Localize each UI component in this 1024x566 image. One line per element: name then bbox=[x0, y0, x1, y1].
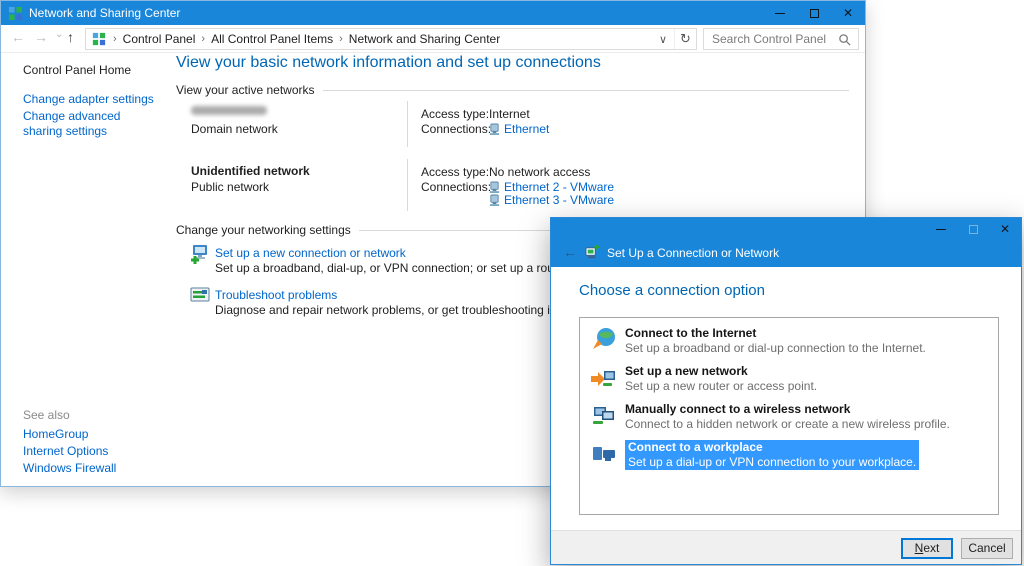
sidebar-control-panel-home[interactable]: Control Panel Home bbox=[23, 63, 131, 77]
minimize-icon bbox=[775, 13, 785, 14]
troubleshoot-icon bbox=[189, 285, 211, 307]
troubleshoot-link[interactable]: Troubleshoot problems bbox=[215, 288, 337, 302]
cancel-button[interactable]: Cancel bbox=[961, 538, 1013, 559]
sidebar-change-advanced-sharing[interactable]: Change advanced sharing settings bbox=[23, 109, 155, 139]
page-title: View your basic network information and … bbox=[176, 54, 601, 72]
column-divider bbox=[407, 101, 408, 147]
access-type-label: Access type: bbox=[421, 165, 489, 179]
option-title: Connect to the Internet bbox=[625, 326, 926, 341]
refresh-button[interactable]: ↻ bbox=[674, 29, 696, 49]
close-icon: ✕ bbox=[843, 7, 853, 19]
ethernet-icon bbox=[489, 181, 500, 194]
titlebar[interactable]: Network and Sharing Center ✕ bbox=[1, 1, 865, 25]
setup-connection-link[interactable]: Set up a new connection or network bbox=[215, 246, 406, 260]
maximize-icon bbox=[810, 9, 819, 18]
address-location-icon bbox=[92, 32, 106, 46]
address-bar[interactable]: › Control Panel › All Control Panel Item… bbox=[85, 28, 697, 50]
dialog-minimize-button[interactable] bbox=[925, 218, 957, 240]
access-type-label: Access type: bbox=[421, 107, 489, 121]
nav-history-dropdown[interactable]: ⌄ bbox=[55, 29, 63, 40]
cancel-button-label: Cancel bbox=[968, 541, 1005, 555]
option-connect-internet[interactable]: Connect to the Internet Set up a broadba… bbox=[590, 326, 990, 360]
sidebar-internet-options[interactable]: Internet Options bbox=[23, 444, 108, 458]
connections-label: Connections: bbox=[421, 122, 491, 136]
active-networks-label: View your active networks bbox=[176, 83, 315, 97]
network1-connection-link[interactable]: Ethernet bbox=[504, 122, 549, 136]
wizard-back-button: ← bbox=[563, 244, 577, 260]
option-title: Manually connect to a wireless network bbox=[625, 402, 950, 417]
workplace-icon bbox=[590, 440, 618, 468]
sidebar-change-adapter-settings[interactable]: Change adapter settings bbox=[23, 92, 154, 106]
dialog-maximize-button bbox=[957, 218, 989, 240]
ethernet-icon bbox=[489, 123, 500, 136]
column-divider bbox=[407, 159, 408, 211]
nav-back-button[interactable]: ← bbox=[11, 30, 25, 44]
minimize-icon bbox=[936, 229, 946, 230]
setup-connection-dialog: ✕ ← Set Up a Connection or Network Choos… bbox=[550, 217, 1022, 565]
wireless-network-icon bbox=[590, 402, 618, 430]
network-sharing-center-icon bbox=[8, 6, 23, 21]
close-button[interactable]: ✕ bbox=[831, 1, 865, 25]
selected-option-highlight: Connect to a workplace Set up a dial-up … bbox=[625, 440, 919, 470]
dialog-footer: Next Cancel bbox=[551, 530, 1021, 564]
search-box[interactable]: Search Control Panel bbox=[703, 28, 859, 50]
option-desc: Set up a broadband or dial-up connection… bbox=[625, 341, 926, 356]
network2-access-value: No network access bbox=[489, 165, 590, 179]
network2-connection1-link[interactable]: Ethernet 2 - VMware bbox=[504, 180, 614, 194]
setup-connection-icon bbox=[189, 243, 211, 265]
option-desc: Set up a new router or access point. bbox=[625, 379, 817, 394]
sidebar-see-also-label: See also bbox=[23, 408, 70, 422]
breadcrumb-network-sharing[interactable]: Network and Sharing Center bbox=[345, 32, 504, 46]
redacted-network-name bbox=[191, 106, 267, 115]
dialog-close-button[interactable]: ✕ bbox=[989, 218, 1021, 240]
network2-connection2-link[interactable]: Ethernet 3 - VMware bbox=[504, 193, 614, 207]
nav-forward-button[interactable]: → bbox=[34, 30, 48, 44]
ethernet-icon bbox=[489, 194, 500, 207]
sidebar-homegroup[interactable]: HomeGroup bbox=[23, 427, 88, 441]
option-title: Connect to a workplace bbox=[628, 440, 916, 455]
new-network-icon bbox=[590, 364, 618, 392]
section-divider bbox=[323, 90, 849, 91]
next-button[interactable]: Next bbox=[901, 538, 953, 559]
search-placeholder: Search Control Panel bbox=[712, 32, 826, 46]
connections-label: Connections: bbox=[421, 180, 491, 194]
option-setup-new-network[interactable]: Set up a new network Set up a new router… bbox=[590, 364, 990, 398]
breadcrumb-control-panel[interactable]: Control Panel bbox=[119, 32, 200, 46]
maximize-icon bbox=[969, 225, 978, 234]
window-title: Network and Sharing Center bbox=[29, 6, 180, 20]
connection-options-list: Connect to the Internet Set up a broadba… bbox=[579, 317, 999, 515]
search-icon bbox=[838, 33, 851, 46]
breadcrumb-separator-icon: › bbox=[337, 33, 345, 45]
option-desc: Connect to a hidden network or create a … bbox=[625, 417, 950, 432]
network2-name: Unidentified network bbox=[191, 164, 310, 178]
sidebar-windows-firewall[interactable]: Windows Firewall bbox=[23, 461, 116, 475]
network2-type: Public network bbox=[191, 180, 269, 194]
dialog-titlebar[interactable]: ✕ ← Set Up a Connection or Network bbox=[551, 218, 1021, 267]
next-button-label: Next bbox=[902, 539, 952, 558]
option-title: Set up a new network bbox=[625, 364, 817, 379]
breadcrumb-separator-icon: › bbox=[199, 33, 207, 45]
option-desc: Set up a dial-up or VPN connection to yo… bbox=[628, 455, 916, 470]
networking-settings-label: Change your networking settings bbox=[176, 223, 351, 237]
nav-up-button[interactable]: ↑ bbox=[67, 30, 74, 44]
dialog-title: Set Up a Connection or Network bbox=[607, 246, 779, 260]
wizard-icon bbox=[585, 245, 600, 260]
close-icon: ✕ bbox=[1000, 223, 1010, 235]
minimize-button[interactable] bbox=[763, 1, 797, 25]
option-manual-wireless[interactable]: Manually connect to a wireless network C… bbox=[590, 402, 990, 436]
internet-globe-icon bbox=[590, 326, 618, 354]
breadcrumb-separator-icon: › bbox=[111, 33, 119, 45]
breadcrumb-all-items[interactable]: All Control Panel Items bbox=[207, 32, 337, 46]
option-connect-workplace[interactable]: Connect to a workplace Set up a dial-up … bbox=[590, 440, 990, 474]
network1-access-value: Internet bbox=[489, 107, 530, 121]
navigation-toolbar: ← → ⌄ ↑ › Control Panel › All Control Pa… bbox=[1, 25, 865, 53]
maximize-button[interactable] bbox=[797, 1, 831, 25]
active-networks-section: View your active networks bbox=[176, 83, 849, 97]
network1-type: Domain network bbox=[191, 122, 278, 136]
address-dropdown-button[interactable]: ∨ bbox=[652, 29, 674, 49]
dialog-heading: Choose a connection option bbox=[579, 282, 765, 299]
